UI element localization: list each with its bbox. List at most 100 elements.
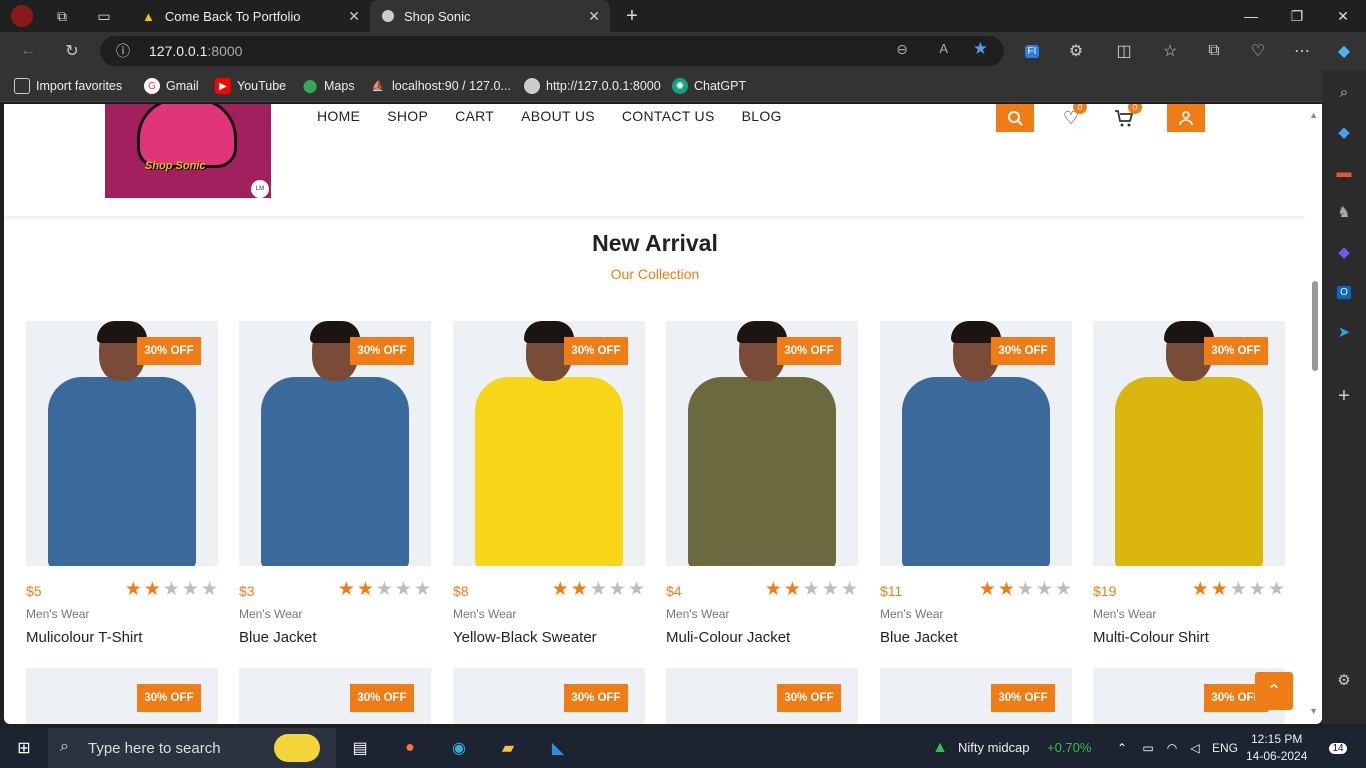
favorite-star-icon[interactable]: ★ bbox=[973, 39, 988, 59]
refresh-icon[interactable]: ↻ bbox=[54, 32, 90, 70]
product-card[interactable]: 30% OFF $8 ★ ★ ★ ★ ★ Men's Wear Yellow-Black… bbox=[453, 321, 645, 646]
site-info-icon[interactable]: ⓘ bbox=[116, 41, 130, 61]
close-tab-icon[interactable]: ✕ bbox=[348, 8, 360, 25]
favorite-youtube[interactable]: ▶ YouTube bbox=[215, 78, 286, 94]
star-icon[interactable]: ★ bbox=[841, 580, 858, 600]
volume-icon[interactable]: ◁ bbox=[1183, 736, 1207, 760]
back-icon[interactable]: ← bbox=[10, 32, 46, 70]
tab-portfolio[interactable]: ▲ Come Back To Portfolio ✕ bbox=[130, 0, 370, 32]
telegram-icon[interactable]: ➤ bbox=[1332, 320, 1356, 344]
product-image[interactable]: 30% OFF bbox=[880, 321, 1072, 566]
firefox-icon[interactable]: ● bbox=[398, 736, 422, 760]
star-icon[interactable]: ★ bbox=[395, 580, 412, 600]
task-view-icon[interactable]: ▤ bbox=[348, 736, 372, 760]
vscode-icon[interactable]: ◣ bbox=[546, 736, 570, 760]
games-icon[interactable]: ♞ bbox=[1332, 200, 1356, 224]
star-icon[interactable]: ★ bbox=[590, 580, 607, 600]
scroll-down-icon[interactable]: ▼ bbox=[1309, 706, 1318, 716]
scroll-up-icon[interactable]: ▲ bbox=[1309, 110, 1318, 120]
search-icon[interactable]: ⌕ bbox=[1332, 80, 1356, 104]
search-button[interactable] bbox=[996, 104, 1034, 132]
wifi-icon[interactable]: ◠ bbox=[1160, 736, 1184, 760]
star-icon[interactable]: ★ bbox=[376, 580, 393, 600]
extension-fi-icon[interactable]: FI bbox=[1014, 32, 1050, 70]
file-explorer-icon[interactable]: ▰ bbox=[496, 736, 520, 760]
star-icon[interactable]: ★ bbox=[1192, 580, 1209, 600]
product-category[interactable]: Men's Wear bbox=[453, 607, 516, 621]
profile-avatar[interactable] bbox=[6, 0, 38, 32]
product-card-peek[interactable]: 30% OFF bbox=[666, 668, 858, 724]
show-hidden-icons[interactable]: ⌃ bbox=[1110, 736, 1134, 760]
read-aloud-icon[interactable]: A bbox=[939, 41, 948, 56]
product-name[interactable]: Mulicolour T-Shirt bbox=[26, 629, 142, 646]
star-icon[interactable]: ★ bbox=[338, 580, 355, 600]
tools-icon[interactable]: ▬ bbox=[1332, 160, 1356, 184]
product-image[interactable]: 30% OFF bbox=[453, 321, 645, 566]
product-image[interactable]: 30% OFF bbox=[666, 321, 858, 566]
collections-icon[interactable]: ⧉ bbox=[1196, 32, 1232, 70]
tab-actions-icon[interactable]: ▭ bbox=[88, 0, 120, 32]
menu-contact-us[interactable]: CONTACT US bbox=[622, 108, 715, 124]
product-card[interactable]: 30% OFF $11 ★ ★ ★ ★ ★ Men's Wear Blue Jacket bbox=[880, 321, 1072, 646]
star-icon[interactable]: ★ bbox=[144, 580, 161, 600]
ticker-name[interactable]: Nifty midcap bbox=[958, 740, 1030, 755]
more-menu-icon[interactable]: ⋯ bbox=[1284, 32, 1320, 70]
star-icon[interactable]: ★ bbox=[1017, 580, 1034, 600]
star-icon[interactable]: ★ bbox=[201, 580, 218, 600]
edge-icon[interactable]: ◉ bbox=[447, 736, 471, 760]
minimize-icon[interactable]: — bbox=[1228, 0, 1274, 32]
account-button[interactable] bbox=[1167, 104, 1205, 132]
wishlist-button[interactable]: ♡ 0 bbox=[1059, 104, 1087, 130]
workspaces-icon[interactable]: ⧉ bbox=[46, 0, 78, 32]
star-icon[interactable]: ★ bbox=[1211, 580, 1228, 600]
menu-blog[interactable]: BLOG bbox=[742, 108, 782, 124]
page-scrollbar[interactable]: ▲ ▼ bbox=[1306, 104, 1322, 724]
copilot-sidebar-icon[interactable]: ◆ bbox=[1332, 240, 1356, 264]
product-category[interactable]: Men's Wear bbox=[1093, 607, 1156, 621]
favorite-localhost[interactable]: ⛵ localhost:90 / 127.0... bbox=[370, 78, 511, 94]
url-text[interactable]: 127.0.0.1:8000 bbox=[149, 43, 242, 59]
product-card-peek[interactable]: 30% OFF bbox=[453, 668, 645, 724]
performance-icon[interactable]: ♡ bbox=[1240, 32, 1276, 70]
taskbar-search[interactable]: ⌕ Type here to search bbox=[48, 728, 336, 768]
shopping-tag-icon[interactable]: ◆ bbox=[1332, 120, 1356, 144]
product-category[interactable]: Men's Wear bbox=[26, 607, 89, 621]
product-name[interactable]: Blue Jacket bbox=[239, 629, 317, 646]
favorite-maps[interactable]: ⬤ Maps bbox=[302, 78, 355, 94]
star-icon[interactable]: ★ bbox=[163, 580, 180, 600]
star-icon[interactable]: ★ bbox=[765, 580, 782, 600]
product-card[interactable]: 30% OFF $3 ★ ★ ★ ★ ★ Men's Wear Blue Jacket bbox=[239, 321, 431, 646]
favorite-import[interactable]: Import favorites bbox=[14, 78, 122, 94]
product-name[interactable]: Multi-Colour Shirt bbox=[1093, 629, 1209, 646]
product-card-peek[interactable]: 30% OFF bbox=[239, 668, 431, 724]
product-category[interactable]: Men's Wear bbox=[239, 607, 302, 621]
split-screen-icon[interactable]: ◫ bbox=[1106, 32, 1142, 70]
product-category[interactable]: Men's Wear bbox=[880, 607, 943, 621]
new-tab-icon[interactable]: + bbox=[616, 0, 648, 32]
star-icon[interactable]: ★ bbox=[125, 580, 142, 600]
zoom-icon[interactable]: ⊖ bbox=[896, 41, 908, 58]
star-icon[interactable]: ★ bbox=[979, 580, 996, 600]
product-image[interactable]: 30% OFF bbox=[1093, 321, 1285, 566]
extensions-icon[interactable]: ⚙ bbox=[1058, 32, 1094, 70]
star-icon[interactable]: ★ bbox=[628, 580, 645, 600]
copilot-icon[interactable]: ◆ bbox=[1326, 32, 1362, 70]
scrollbar-thumb[interactable] bbox=[1312, 281, 1318, 371]
star-icon[interactable]: ★ bbox=[1036, 580, 1053, 600]
product-card-peek[interactable]: 30% OFF bbox=[26, 668, 218, 724]
favorite-gmail[interactable]: G Gmail bbox=[144, 78, 199, 94]
scroll-to-top-button[interactable]: ⌃ bbox=[1255, 672, 1293, 710]
site-logo[interactable]: Shop Sonic LM bbox=[105, 104, 271, 198]
star-icon[interactable]: ★ bbox=[1249, 580, 1266, 600]
windows-start-icon[interactable]: ⊞ bbox=[12, 736, 36, 760]
product-category[interactable]: Men's Wear bbox=[666, 607, 729, 621]
menu-shop[interactable]: SHOP bbox=[387, 108, 428, 124]
star-icon[interactable]: ★ bbox=[1230, 580, 1247, 600]
close-window-icon[interactable]: ✕ bbox=[1320, 0, 1366, 32]
product-card-peek[interactable]: 30% OFF bbox=[880, 668, 1072, 724]
restore-icon[interactable]: ❐ bbox=[1274, 0, 1320, 32]
product-name[interactable]: Blue Jacket bbox=[880, 629, 958, 646]
address-bar[interactable]: ⓘ 127.0.0.1:8000 ⊖ A ★ bbox=[100, 36, 1004, 66]
tab-shop-sonic[interactable]: Shop Sonic ✕ bbox=[370, 0, 610, 32]
add-sidebar-icon[interactable]: + bbox=[1332, 384, 1356, 408]
